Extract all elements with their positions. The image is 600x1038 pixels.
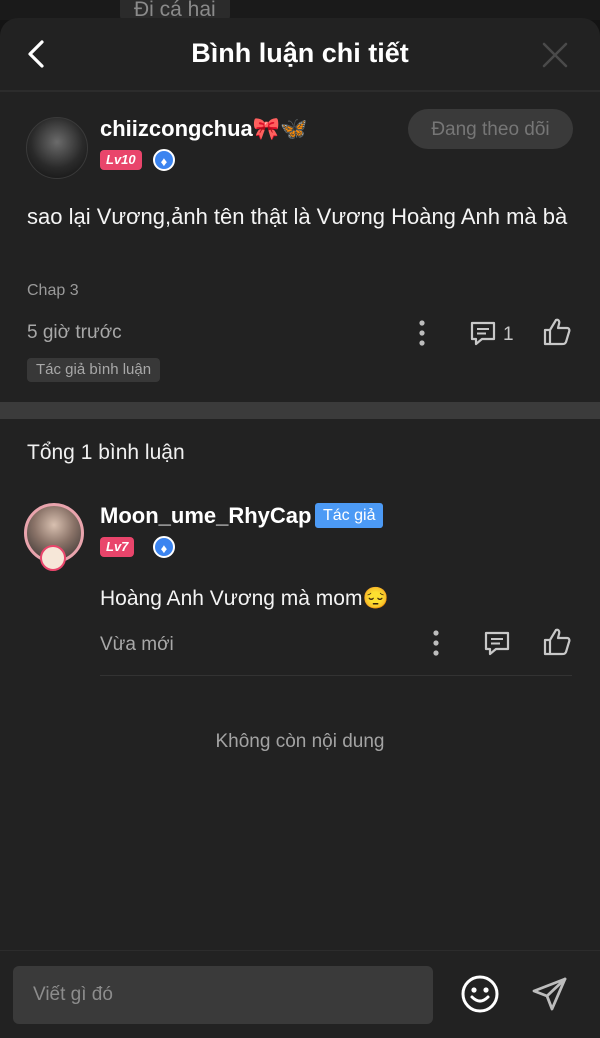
avatar-frame-decoration (40, 545, 66, 571)
replies-section: Tổng 1 bình luận Moon_ume_RhyCap Tác giả… (0, 419, 600, 1019)
sheet-header: Bình luận chi tiết (0, 18, 600, 90)
end-of-content: Không còn nội dung (215, 731, 385, 752)
comment-icon[interactable] (468, 318, 498, 348)
reply-divider (100, 675, 572, 676)
more-vertical-icon[interactable] (412, 318, 432, 348)
like-icon[interactable] (541, 626, 573, 658)
reply-text: Hoàng Anh Vương mà mom😔 (100, 587, 389, 610)
avatar[interactable] (26, 117, 88, 179)
comment-input[interactable] (13, 966, 433, 1024)
main-comment: chiizcongchua🎀🦋 Lv10 ♦ Đang theo dõi sao… (0, 92, 600, 402)
section-separator (0, 402, 600, 419)
reply-count: 1 (503, 324, 514, 345)
chapter-label: Chap 3 (27, 282, 79, 299)
following-button[interactable]: Đang theo dõi (408, 109, 573, 149)
comment-icon[interactable] (482, 628, 512, 658)
shield-icon: ♦ (153, 536, 175, 558)
level-badge: Lv7 (100, 537, 135, 557)
reply-time: Vừa mới (100, 634, 174, 655)
level-badge: Lv10 (100, 150, 142, 170)
comment-text: sao lại Vương,ảnh tên thật là Vương Hoàn… (27, 204, 568, 229)
comment-username[interactable]: chiizcongchua🎀🦋 (100, 116, 308, 142)
author-comment-tag: Tác giả bình luận (27, 358, 161, 382)
comment-time: 5 giờ trước (27, 322, 122, 343)
shield-icon: ♦ (153, 149, 175, 171)
author-badge: Tác giả (315, 503, 384, 528)
composer-divider (0, 950, 600, 951)
page-title: Bình luận chi tiết (191, 38, 409, 68)
replies-total: Tổng 1 bình luận (27, 441, 185, 464)
emoji-icon[interactable] (460, 974, 500, 1014)
send-icon[interactable] (530, 974, 570, 1014)
comment-detail-sheet: Bình luận chi tiết chiizcongchua🎀🦋 Lv10 … (0, 18, 600, 1038)
close-icon[interactable] (540, 40, 570, 70)
background-peek-text: Đi cá hai (120, 0, 230, 21)
reply-username[interactable]: Moon_ume_RhyCap (100, 503, 311, 529)
more-vertical-icon[interactable] (426, 628, 446, 658)
background-page (0, 0, 600, 20)
like-icon[interactable] (541, 316, 573, 348)
